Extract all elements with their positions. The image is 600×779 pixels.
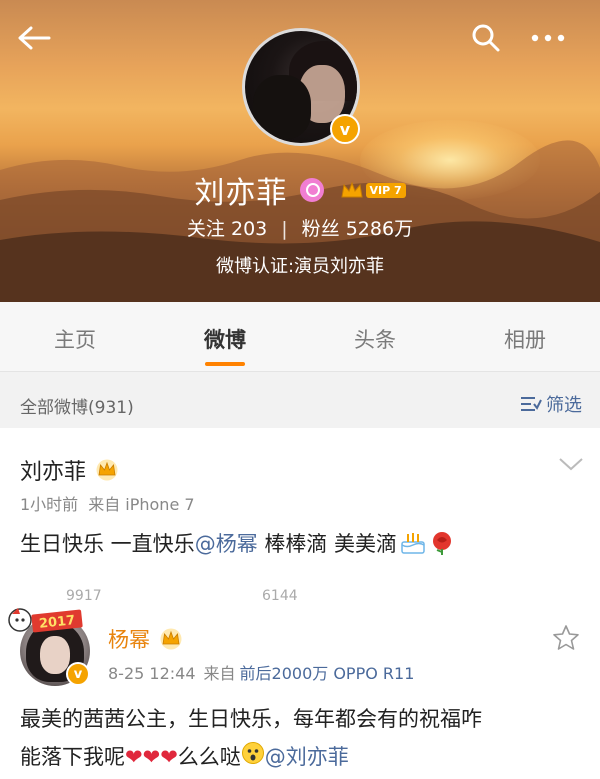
feed-filter-bar: 全部微博(931) 筛选 [0,380,600,428]
verification-text: 微博认证:演员刘亦菲 [215,256,385,277]
tab-album[interactable]: 相册 [450,302,600,371]
rose-emoji-icon [429,530,455,561]
search-button[interactable] [466,18,506,58]
vip-badge[interactable]: VIP 7 [340,181,406,199]
fans-link[interactable]: 粉丝 5286万 [302,218,413,240]
commenter-name-row: 杨幂 [108,624,184,654]
filter-button[interactable]: 筛选 [520,391,582,417]
repost-button[interactable]: 9917 [66,588,102,600]
vip-level: VIP 7 [365,182,406,198]
back-arrow-icon [18,26,51,50]
post-author-name[interactable]: 刘亦菲 [20,454,86,486]
profile-stats: 关注 203 | 粉丝 5286万 [0,214,600,241]
cake-emoji-icon [399,531,427,560]
post-meta: 1小时前 来自 iPhone 7 [20,491,195,515]
comment-meta: 8-25 12:44 来自 前后2000万 OPPO R11 [108,664,415,683]
post-time: 1小时前 [20,495,79,514]
new-year-sticker: 2017 [8,608,83,633]
crown-icon [340,181,363,198]
post-author-row: 刘亦菲 [20,454,120,486]
shocked-emoji-icon [241,739,265,777]
profile-name: 刘亦菲 [194,176,288,211]
tab-weibo[interactable]: 微博 [150,302,300,371]
post-menu-button[interactable] [558,456,584,476]
crown-icon [160,628,182,650]
profile-tabs: 主页 微博 头条 相册 [0,302,600,372]
fans-count: 5286万 [345,218,414,240]
favorite-button[interactable] [552,624,580,656]
commenter-name[interactable]: 杨幂 [108,624,150,654]
all-weibo-count: 全部微博(931) [20,398,134,418]
filter-icon [521,397,542,411]
mention-link[interactable]: @杨幂 [195,532,258,556]
profile-banner: v 刘亦菲 VIP 7 关注 203 | 粉丝 5286万 微博认证:演员刘亦菲 [0,0,600,302]
more-icon [531,34,565,42]
post-actions-row: 9917 6144 [0,582,600,600]
more-button[interactable] [528,18,568,58]
active-tab-indicator [205,362,245,366]
profile-name-row: 刘亦菲 VIP 7 [0,168,600,212]
comment-button[interactable]: 6144 [262,588,298,600]
comment-time: 8-25 12:44 [108,664,196,683]
heart-emojis: ❤❤❤ [125,745,178,769]
commenter-verified-badge: v [66,662,90,686]
stats-separator: | [281,218,288,240]
following-link[interactable]: 关注 203 [187,218,267,240]
cat-figure [253,75,311,139]
star-icon [553,625,579,650]
post-source: 来自 iPhone 7 [88,495,195,514]
verified-badge: v [330,114,360,144]
comment-content: 最美的茜茜公主，生日快乐，每年都会有的祝福咋 能落下我呢❤❤❤么么哒 @刘亦菲 [20,700,580,777]
female-icon [300,178,325,202]
following-count: 203 [230,218,268,240]
tab-home[interactable]: 主页 [0,302,150,371]
back-button[interactable] [14,18,54,58]
crown-icon [96,459,118,481]
svg-text:2017: 2017 [38,613,76,632]
search-icon [472,24,500,52]
post-content: 生日快乐 一直快乐@杨幂 棒棒滴 美美滴 [20,528,455,561]
chevron-down-icon [559,458,583,471]
tab-headlines[interactable]: 头条 [300,302,450,371]
comment-device-link[interactable]: 前后2000万 OPPO R11 [240,664,415,683]
mention-link[interactable]: @刘亦菲 [265,745,349,769]
